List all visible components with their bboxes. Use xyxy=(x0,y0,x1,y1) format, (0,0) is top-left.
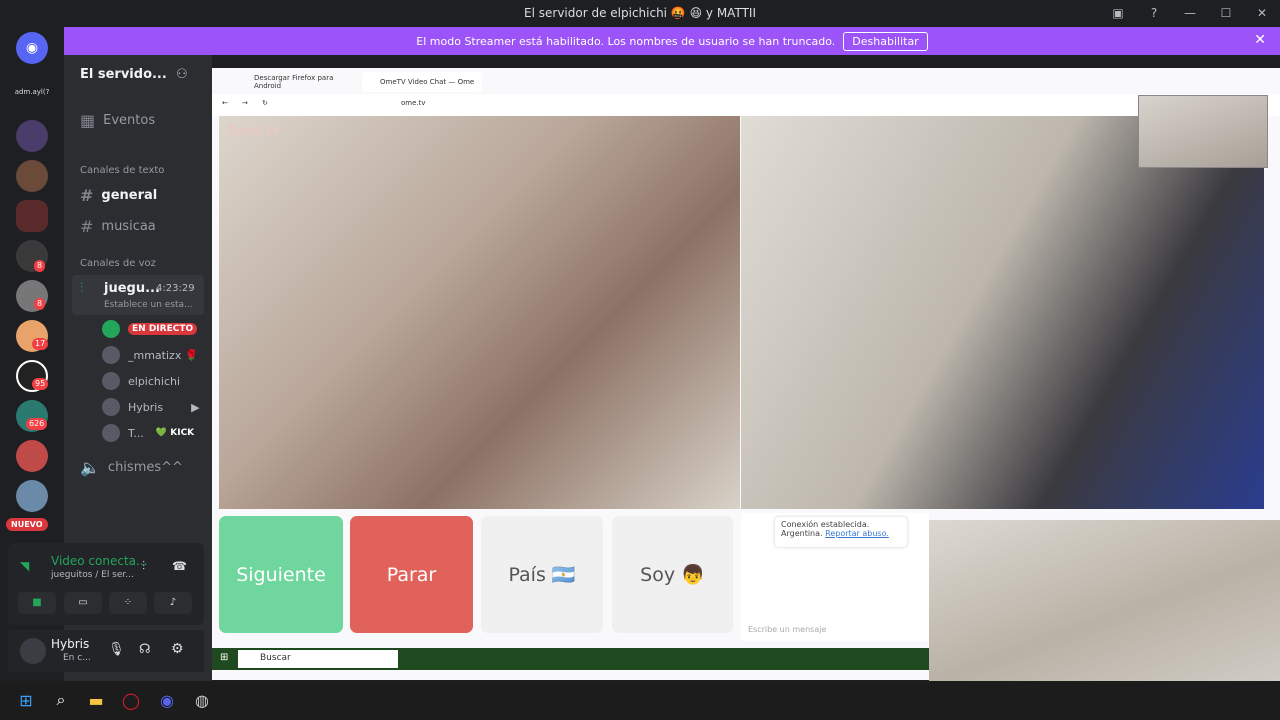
server-icon-active[interactable] xyxy=(16,200,48,232)
inner-taskbar: ⊞ Buscar xyxy=(212,648,930,670)
file-explorer-icon[interactable]: ▬ xyxy=(84,688,108,712)
new-badge: NUEVO xyxy=(6,518,48,531)
next-button[interactable]: Siguiente xyxy=(219,516,343,633)
avatar xyxy=(102,398,120,416)
speaker-icon: 🔈 xyxy=(80,457,100,477)
noise-suppression-icon[interactable]: ⫶ xyxy=(142,559,145,574)
avatar xyxy=(102,372,120,390)
voice-connection-panel: ◥ Video conecta... jueguitos / El ser...… xyxy=(8,543,204,625)
avatar[interactable] xyxy=(20,638,46,664)
url-text[interactable]: ome.tv xyxy=(401,99,426,107)
text-category[interactable]: Canales de texto xyxy=(80,165,164,176)
signal-icon: ◥ xyxy=(20,559,30,573)
stop-button[interactable]: Parar xyxy=(350,516,473,633)
unread-badge: 626 xyxy=(26,418,48,430)
inbox-icon[interactable]: ▣ xyxy=(1100,0,1136,26)
ometv-logo: Ome.tv xyxy=(227,124,281,139)
windows-start-icon[interactable]: ⊞ xyxy=(220,652,228,663)
channel-musicaa[interactable]: # musicaa xyxy=(72,212,204,240)
unread-badge: 8 xyxy=(34,298,46,310)
headphones-icon[interactable]: ☊ xyxy=(139,642,151,657)
channel-general[interactable]: # general xyxy=(72,181,204,209)
hash-icon: # xyxy=(80,185,94,205)
unread-badge: 95 xyxy=(32,378,49,390)
folder-label: adm.ayl(? xyxy=(14,88,50,96)
camera-icon: ▶ xyxy=(191,400,200,414)
voice-status-text: Video conecta... xyxy=(51,554,148,568)
kick-badge: 💚 KICK xyxy=(155,428,195,438)
country-text: Argentina. xyxy=(781,529,823,538)
voice-channel-chismes[interactable]: 🔈 chismes^^ xyxy=(72,453,204,481)
window-title: El servidor de elpichichi 🤬 😆 y MATTII xyxy=(524,6,756,20)
add-user-icon[interactable]: ⚇ xyxy=(176,67,188,82)
server-icon[interactable] xyxy=(16,480,48,512)
help-icon[interactable]: ? xyxy=(1136,0,1172,26)
report-abuse-link[interactable]: Reportar abuso. xyxy=(825,529,889,538)
connection-message: Conexión establecida. xyxy=(781,520,870,529)
window-titlebar: El servidor de elpichichi 🤬 😆 y MATTII ▣… xyxy=(0,0,1280,26)
close-icon[interactable]: ✕ xyxy=(1254,32,1266,48)
forward-icon[interactable]: → xyxy=(242,99,248,107)
discord-icon[interactable]: ◉ xyxy=(155,688,179,712)
address-bar[interactable]: ← → ↻ ome.tv xyxy=(212,94,1280,116)
voice-category[interactable]: Canales de voz xyxy=(80,258,156,269)
browser-tab[interactable]: Descargar Firefox para Android xyxy=(236,72,356,92)
back-icon[interactable]: ← xyxy=(222,99,228,107)
server-icon[interactable] xyxy=(16,120,48,152)
app-icon[interactable]: ◍ xyxy=(190,688,214,712)
voice-icon: ⫶ xyxy=(80,281,84,296)
gender-button[interactable]: Soy 👦 xyxy=(612,516,733,633)
microphone-icon[interactable]: 🎙 xyxy=(108,642,125,657)
voice-channel-path[interactable]: jueguitos / El ser... xyxy=(51,570,134,580)
browser-tab-active[interactable]: OmeTV Video Chat — Ome xyxy=(362,72,482,92)
server-icon[interactable] xyxy=(16,160,48,192)
country-button[interactable]: País 🇦🇷 xyxy=(481,516,603,633)
avatar xyxy=(102,346,120,364)
voice-channel-active[interactable]: ⫶ juegu... 4:23:29 Establece un esta... xyxy=(72,275,204,315)
streamer-mode-text: El modo Streamer está habilitado. Los no… xyxy=(416,34,836,48)
self-video xyxy=(741,116,1264,509)
maximize-button[interactable]: ☐ xyxy=(1208,0,1244,26)
user-status: En c... xyxy=(63,653,91,663)
settings-gear-icon[interactable]: ⚙ xyxy=(171,641,184,657)
soundboard-button[interactable]: ♪ xyxy=(154,592,192,614)
voice-user[interactable]: Hybris ▶ xyxy=(102,396,200,418)
chat-panel: Conexión establecida. Argentina. Reporta… xyxy=(741,513,929,641)
voice-user[interactable]: elpichichi xyxy=(102,370,180,392)
screenshare-button[interactable]: ▭ xyxy=(64,592,102,614)
events-link[interactable]: ▦ Eventos xyxy=(72,106,204,134)
avatar xyxy=(102,320,120,338)
server-icon[interactable] xyxy=(16,440,48,472)
unread-badge: 17 xyxy=(32,338,49,350)
user-panel: Hybris En c... 🎙 ☊ ⚙ xyxy=(8,630,204,672)
voice-user[interactable]: T... 💚 KICK xyxy=(102,422,194,444)
username: Hybris xyxy=(51,637,90,651)
streamer-mode-banner: El modo Streamer está habilitado. Los no… xyxy=(64,27,1280,55)
disable-streamer-button[interactable]: Deshabilitar xyxy=(843,31,928,51)
chat-message: Conexión establecida. Argentina. Reporta… xyxy=(775,517,907,547)
voice-user[interactable]: EN DIRECTO xyxy=(102,318,198,340)
minimize-button[interactable]: — xyxy=(1172,0,1208,26)
unread-badge: 8 xyxy=(34,260,46,272)
calendar-icon: ▦ xyxy=(80,110,96,130)
hash-icon: # xyxy=(80,216,94,236)
opera-icon[interactable]: ◯ xyxy=(119,688,143,712)
windows-start-icon[interactable]: ⊞ xyxy=(14,688,38,712)
voice-timer: 4:23:29 xyxy=(156,283,195,294)
close-window-button[interactable]: ✕ xyxy=(1244,0,1280,26)
server-name[interactable]: El servido... xyxy=(80,67,167,82)
search-icon[interactable]: ⌕ xyxy=(49,688,73,712)
pip-camera-preview xyxy=(1138,95,1268,168)
discord-home-icon[interactable]: ◉ xyxy=(16,32,48,64)
avatar xyxy=(102,424,120,442)
stranger-video: Ome.tv xyxy=(219,116,740,509)
video-button[interactable]: ■ xyxy=(18,592,56,614)
reload-icon[interactable]: ↻ xyxy=(262,99,268,107)
activities-button[interactable]: ⁘ xyxy=(109,592,147,614)
taskbar-search[interactable]: Buscar xyxy=(238,650,398,668)
disconnect-icon[interactable]: ☎ xyxy=(172,559,187,573)
voice-user[interactable]: _mmatizx 🌹 xyxy=(102,344,199,366)
message-input[interactable]: Escribe un mensaje xyxy=(748,625,826,634)
voice-status[interactable]: Establece un esta... xyxy=(104,300,193,310)
